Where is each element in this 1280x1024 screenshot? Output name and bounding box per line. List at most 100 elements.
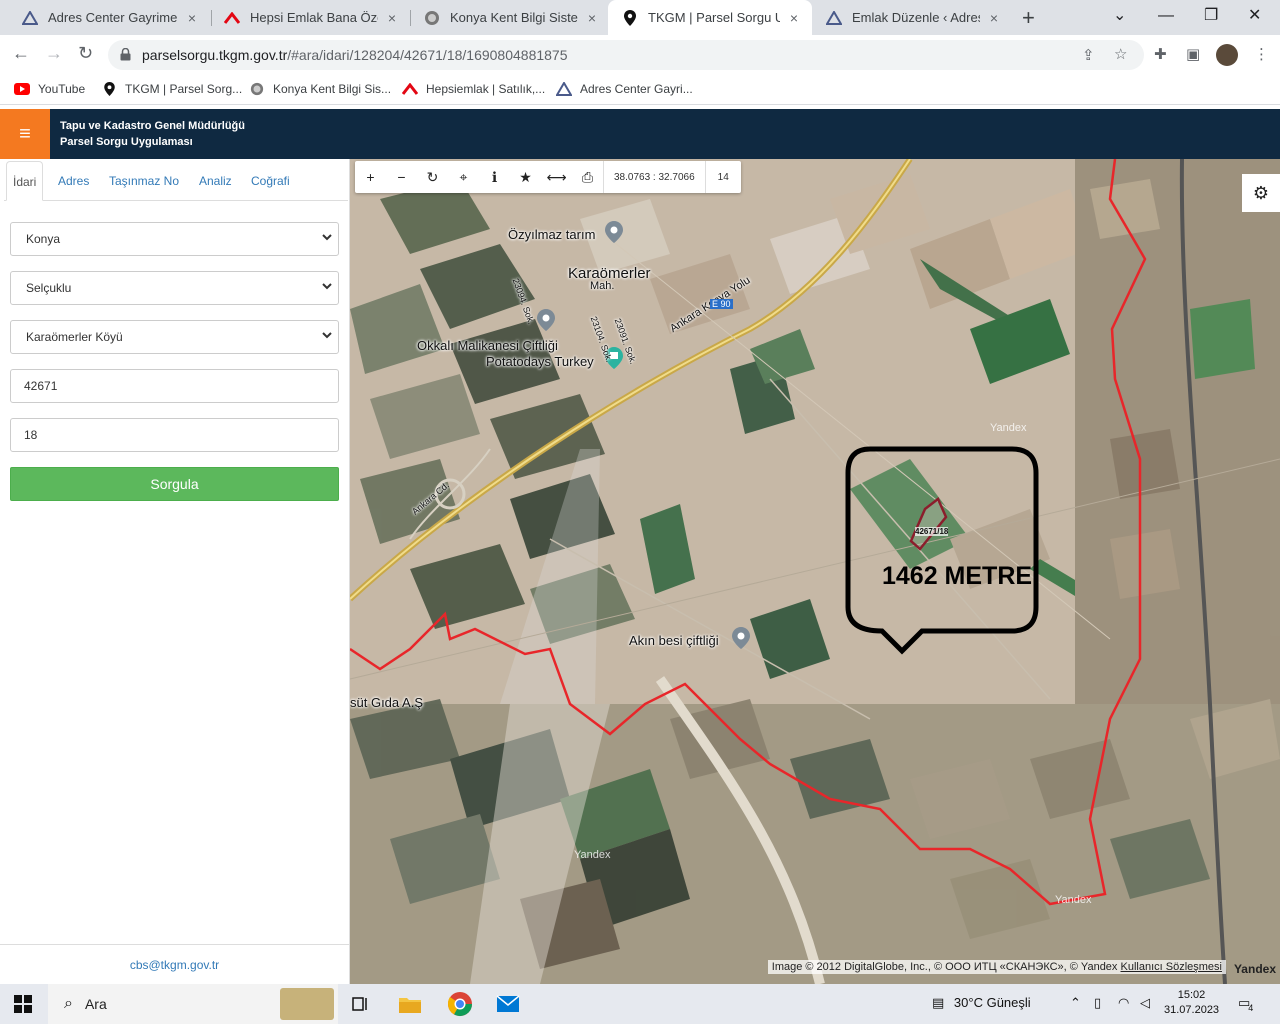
taskbar-search[interactable]: ⌕ Ara <box>48 984 338 1024</box>
weather-icon: ▤ <box>932 995 945 1010</box>
chevron-down-icon <box>322 281 332 293</box>
konya-seal-icon <box>249 82 265 96</box>
close-tab-icon[interactable]: × <box>384 10 400 26</box>
map-toolbar: + − ↻ ⌖ ℹ ★ ⟷ ⎙ 38.0763 : 32.7066 14 <box>355 161 741 193</box>
bookmark-hepsiemlak[interactable]: Hepsiemlak | Satılık,... <box>402 82 545 96</box>
map-pin-icon[interactable] <box>605 221 623 243</box>
adres-center-icon <box>556 82 572 96</box>
browser-toolbar: ← → ↻ parselsorgu.tkgm.gov.tr/#ara/idari… <box>0 35 1280 75</box>
bookmark-konya-kent[interactable]: Konya Kent Bilgi Sis... <box>249 82 391 96</box>
location-pin-icon <box>101 82 117 96</box>
distance-annotation: 1462 METRE <box>882 562 1033 590</box>
location-pin-favicon-icon <box>622 9 638 26</box>
konya-seal-favicon-icon <box>424 10 440 26</box>
terms-link[interactable]: Kullanıcı Sözleşmesi <box>1121 961 1223 973</box>
restore-window-icon[interactable]: ❐ <box>1204 5 1218 25</box>
measure-arrows-icon[interactable]: ⟷ <box>541 161 572 193</box>
ilce-select[interactable]: Selçuklu <box>10 271 339 305</box>
poi-ozyilmaz-tarim[interactable]: Özyılmaz tarım <box>508 227 595 242</box>
bookmark-adres-center[interactable]: Adres Center Gayri... <box>556 82 693 96</box>
taskbar-clock[interactable]: 15:02 31.07.2023 <box>1164 988 1219 1018</box>
sorgula-button[interactable]: Sorgula <box>10 467 339 501</box>
refresh-icon[interactable]: ↻ <box>417 161 448 193</box>
poi-potatodays-turkey[interactable]: Potatodays Turkey <box>486 354 594 369</box>
lock-icon[interactable] <box>120 47 132 62</box>
ada-input[interactable]: 42671 <box>10 369 339 403</box>
app-header: ≡ Tapu ve Kadastro Genel Müdürlüğü Parse… <box>0 109 1280 159</box>
wifi-icon[interactable]: ◠ <box>1118 995 1129 1011</box>
minimize-window-icon[interactable]: — <box>1158 7 1174 25</box>
bookmarks-bar: YouTube TKGM | Parsel Sorg... Konya Kent… <box>0 75 1280 105</box>
browser-tab-konya-kent[interactable]: Konya Kent Bilgi Sistemi × <box>410 0 610 35</box>
bookmark-youtube[interactable]: YouTube <box>14 82 85 96</box>
zoom-in-icon[interactable]: + <box>355 161 386 193</box>
browser-tab-adres-center[interactable]: Adres Center Gayrimenkul × <box>8 0 210 35</box>
bookmark-star-icon[interactable]: ☆ <box>1114 45 1127 63</box>
satellite-map[interactable]: + − ↻ ⌖ ℹ ★ ⟷ ⎙ 38.0763 : 32.7066 14 ⚙ Ö… <box>350 159 1280 984</box>
info-icon[interactable]: ℹ <box>479 161 510 193</box>
forward-arrow-icon[interactable]: → <box>45 43 63 64</box>
extensions-puzzle-icon[interactable]: ✚ <box>1154 45 1167 63</box>
browser-tab-emlak-duzenle[interactable]: Emlak Düzenle ‹ Adres Ce × <box>812 0 1012 35</box>
tab-tasinmaz-no[interactable]: Taşınmaz No <box>103 161 185 201</box>
adres-center-favicon-icon <box>22 10 38 26</box>
volume-icon[interactable]: ◁ <box>1140 995 1150 1011</box>
close-tab-icon[interactable]: × <box>184 10 200 26</box>
satellite-imagery <box>350 159 1280 984</box>
address-bar[interactable]: parselsorgu.tkgm.gov.tr/#ara/idari/12820… <box>108 40 1144 70</box>
footer-email-link[interactable]: cbs@tkgm.gov.tr <box>0 944 349 984</box>
tab-idari[interactable]: İdari <box>6 161 44 201</box>
new-tab-button[interactable]: + <box>1022 5 1035 31</box>
print-icon[interactable]: ⎙ <box>572 161 603 193</box>
hamburger-menu-icon[interactable]: ≡ <box>0 109 50 159</box>
poi-okkali-malikanesi[interactable]: Okkalı Malikanesi Çiftliği <box>417 338 558 353</box>
locate-crosshair-icon[interactable]: ⌖ <box>448 161 479 193</box>
share-icon[interactable]: ⇪ <box>1082 46 1095 64</box>
map-attribution: Image © 2012 DigitalGlobe, Inc., © ООО И… <box>767 960 1226 974</box>
settings-gear-icon[interactable]: ⚙ <box>1242 174 1280 212</box>
more-menu-icon[interactable]: ⋮ <box>1254 45 1269 63</box>
side-panel-icon[interactable]: ▣ <box>1186 45 1200 63</box>
chrome-icon[interactable] <box>446 990 474 1018</box>
app-title: Tapu ve Kadastro Genel Müdürlüğü Parsel … <box>60 120 245 148</box>
show-hidden-icons-chevron-icon[interactable]: ⌃ <box>1070 995 1081 1011</box>
back-arrow-icon[interactable]: ← <box>12 43 30 64</box>
close-tab-icon[interactable]: × <box>584 10 600 26</box>
poi-akin-besi-ciftligi[interactable]: Akın besi çiftliği <box>629 633 719 648</box>
url-host: parselsorgu.tkgm.gov.tr <box>142 47 288 63</box>
chevron-down-icon <box>322 330 332 342</box>
zoom-out-icon[interactable]: − <box>386 161 417 193</box>
parsel-input[interactable]: 18 <box>10 418 339 452</box>
profile-avatar[interactable] <box>1216 44 1238 66</box>
weather-widget[interactable]: ▤ 30°C Güneşli <box>932 995 1031 1011</box>
notification-center-icon[interactable]: ▭4 <box>1238 995 1255 1013</box>
map-pin-icon[interactable] <box>537 309 555 331</box>
reload-icon[interactable]: ↻ <box>78 43 93 64</box>
close-tab-icon[interactable]: × <box>986 10 1002 26</box>
il-select[interactable]: Konya <box>10 222 339 256</box>
close-window-icon[interactable]: ✕ <box>1248 5 1261 25</box>
bookmark-tkgm[interactable]: TKGM | Parsel Sorg... <box>101 82 242 96</box>
mail-icon[interactable] <box>494 990 522 1018</box>
windows-start-icon[interactable] <box>14 995 32 1013</box>
tab-cografi[interactable]: Coğrafi <box>245 161 296 201</box>
map-pin-icon[interactable] <box>732 627 750 649</box>
hepsiemlak-favicon-icon <box>224 10 240 26</box>
task-view-icon[interactable] <box>346 990 374 1018</box>
device-icon[interactable]: ▯ <box>1094 995 1101 1011</box>
close-tab-icon[interactable]: × <box>786 10 802 26</box>
tab-search-chevron-icon[interactable]: ⌄ <box>1113 5 1126 25</box>
search-highlight-image <box>280 988 334 1020</box>
zoom-level: 14 <box>717 171 729 183</box>
yandex-logo[interactable]: Yandex <box>1234 962 1276 976</box>
village-mah-label: Mah. <box>590 280 615 292</box>
browser-tab-hepsiemlak[interactable]: Hepsi Emlak Bana Özel × <box>210 0 410 35</box>
tab-analiz[interactable]: Analiz <box>193 161 238 201</box>
search-icon: ⌕ <box>64 995 73 1012</box>
favorite-star-icon[interactable]: ★ <box>510 161 541 193</box>
file-explorer-icon[interactable] <box>396 990 424 1018</box>
poi-sut-gida[interactable]: süt Gıda A.Ş <box>350 695 423 710</box>
tab-adres[interactable]: Adres <box>52 161 95 201</box>
mahalle-select[interactable]: Karaömerler Köyü <box>10 320 339 354</box>
browser-tab-tkgm-active[interactable]: TKGM | Parsel Sorgu Uygu × <box>608 0 812 35</box>
